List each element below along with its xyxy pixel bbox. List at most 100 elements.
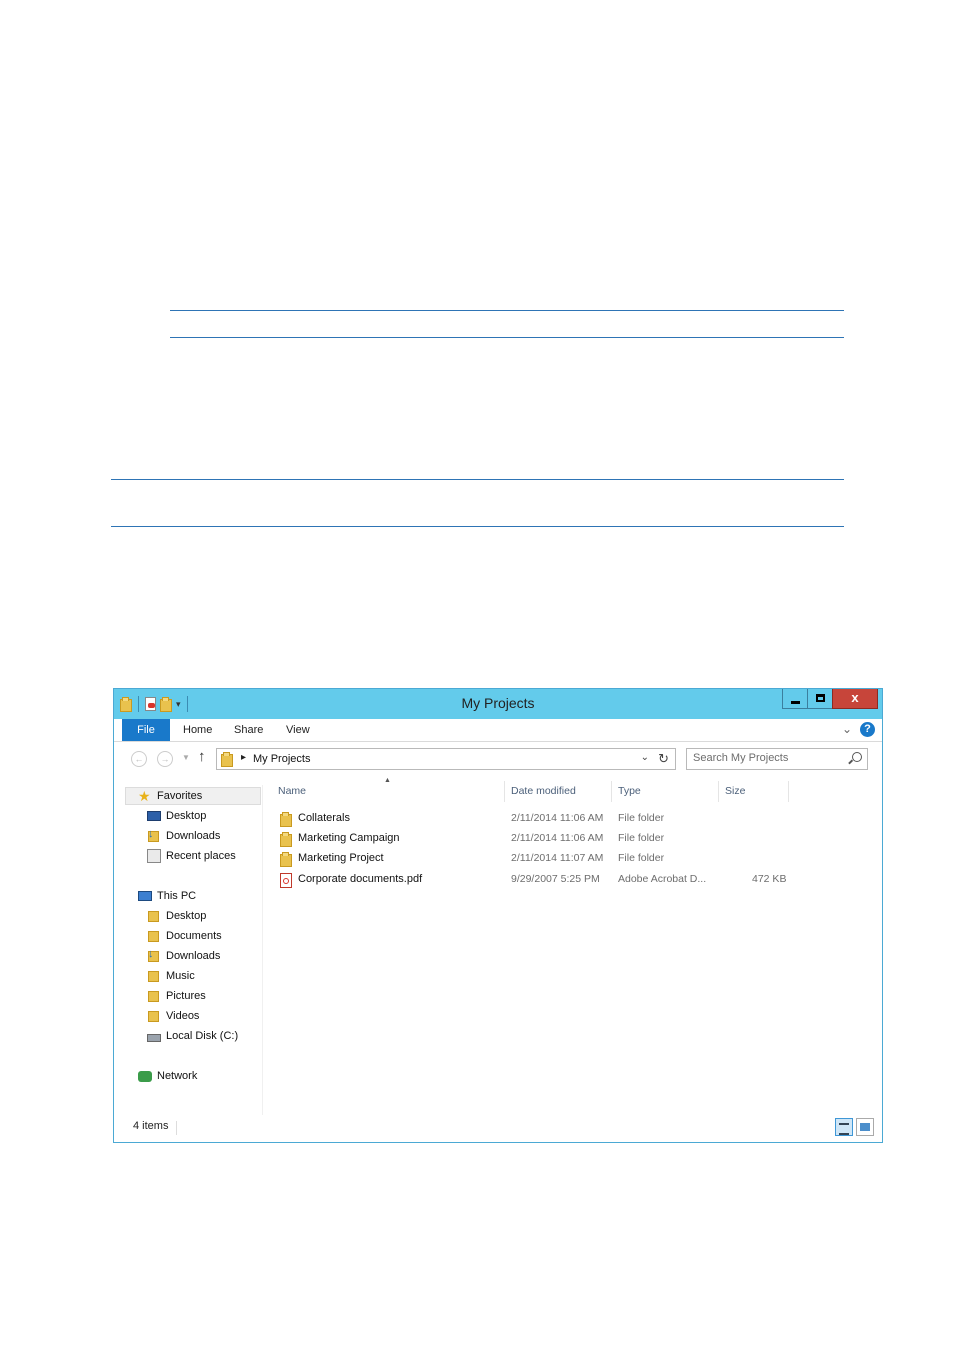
tab-share[interactable]: Share	[234, 719, 263, 741]
file-type: Adobe Acrobat D...	[618, 873, 707, 885]
nav-label: Pictures	[166, 990, 206, 1002]
folder-icon	[221, 752, 233, 767]
network-icon	[138, 1070, 152, 1082]
nav-label: Downloads	[166, 950, 221, 962]
help-icon[interactable]: ?	[860, 722, 875, 737]
nav-label: Desktop	[166, 910, 207, 922]
address-dropdown-icon[interactable]: ⌄	[641, 752, 649, 763]
desktop-icon	[147, 811, 161, 821]
nav-label: Downloads	[166, 830, 221, 842]
horizontal-rule	[170, 310, 844, 311]
disk-icon	[147, 1034, 161, 1042]
file-type: File folder	[618, 832, 665, 844]
file-size: 472 KB	[752, 873, 787, 885]
column-header-date[interactable]: Date modified	[505, 781, 612, 802]
horizontal-rule	[170, 337, 844, 338]
address-bar[interactable]: ▸ My Projects ⌄ ↻	[216, 748, 676, 770]
back-button[interactable]: ←	[131, 751, 147, 767]
folder-icon	[280, 832, 292, 847]
breadcrumb[interactable]: My Projects	[253, 753, 310, 765]
close-button[interactable]: x	[832, 689, 878, 709]
file-date: 2/11/2014 11:06 AM	[511, 832, 604, 844]
search-input[interactable]	[693, 752, 843, 764]
nav-label: Network	[157, 1070, 198, 1082]
up-arrow-icon[interactable]: ↑	[198, 748, 206, 765]
recent-locations-icon[interactable]: ▼	[182, 753, 190, 762]
downloads-icon	[147, 828, 161, 843]
tab-view[interactable]: View	[286, 719, 310, 741]
nav-pc-videos[interactable]: Videos	[147, 1007, 199, 1025]
horizontal-rule	[111, 479, 844, 480]
status-bar: 4 items	[114, 1115, 882, 1142]
maximize-icon	[816, 694, 825, 702]
tab-home[interactable]: Home	[183, 719, 212, 741]
nav-label: Local Disk (C:)	[166, 1030, 239, 1042]
folder-icon	[147, 929, 161, 943]
folder-icon	[280, 812, 292, 827]
file-row[interactable]: Corporate documents.pdf 9/29/2007 5:25 P…	[274, 870, 882, 890]
nav-label: Desktop	[166, 810, 207, 822]
nav-recent-places[interactable]: Recent places	[147, 847, 236, 865]
nav-pc-pictures[interactable]: Pictures	[147, 987, 206, 1005]
file-row[interactable]: Marketing Project 2/11/2014 11:07 AM Fil…	[274, 849, 882, 869]
file-name: Marketing Campaign	[298, 832, 400, 844]
nav-this-pc[interactable]: This PC	[138, 887, 196, 905]
nav-favorites[interactable]: ★ Favorites	[125, 787, 261, 805]
nav-label: This PC	[157, 890, 197, 902]
search-box[interactable]	[686, 748, 868, 770]
navigation-bar: ← → ▼ ↑ ▸ My Projects ⌄ ↻	[114, 742, 882, 778]
refresh-icon[interactable]: ↻	[658, 751, 669, 767]
file-date: 9/29/2007 5:25 PM	[511, 873, 600, 885]
music-folder-icon	[147, 969, 161, 983]
minimize-button[interactable]	[782, 689, 808, 709]
nav-pc-documents[interactable]: Documents	[147, 927, 222, 945]
recent-places-icon	[147, 849, 161, 863]
nav-pc-desktop[interactable]: Desktop	[147, 907, 206, 925]
navigation-pane: ★ Favorites Desktop Downloads Recent pla…	[114, 785, 263, 1115]
large-icons-view-icon[interactable]	[856, 1118, 874, 1136]
file-row[interactable]: Marketing Campaign 2/11/2014 11:06 AM Fi…	[274, 829, 882, 849]
item-count: 4 items	[133, 1120, 169, 1132]
explorer-window: ▾ My Projects x File Home Share View ⌄ ?…	[113, 688, 883, 1143]
nav-label: Favorites	[157, 790, 203, 802]
file-date: 2/11/2014 11:07 AM	[511, 852, 604, 864]
nav-label: Music	[166, 970, 195, 982]
window-controls: x	[782, 689, 878, 709]
forward-button[interactable]: →	[157, 751, 173, 767]
nav-label: Recent places	[166, 850, 236, 862]
column-header-size[interactable]: Size	[719, 781, 789, 802]
minimize-icon	[791, 701, 800, 704]
status-separator	[176, 1121, 177, 1135]
computer-icon	[138, 891, 152, 901]
title-bar: ▾ My Projects x	[114, 689, 882, 719]
column-header-type[interactable]: Type	[612, 781, 719, 802]
details-view-icon[interactable]	[835, 1118, 853, 1136]
expand-ribbon-icon[interactable]: ⌄	[842, 722, 852, 736]
file-type: File folder	[618, 852, 665, 864]
file-name: Collaterals	[298, 812, 350, 824]
file-name: Marketing Project	[298, 852, 384, 864]
nav-label: Videos	[166, 1010, 200, 1022]
pictures-folder-icon	[147, 989, 161, 1003]
nav-label: Documents	[166, 930, 222, 942]
file-name: Corporate documents.pdf	[298, 873, 423, 885]
nav-pc-music[interactable]: Music	[147, 967, 195, 985]
horizontal-rule	[111, 526, 844, 527]
maximize-button[interactable]	[807, 689, 833, 709]
tab-file[interactable]: File	[122, 719, 170, 741]
videos-folder-icon	[147, 1009, 161, 1023]
folder-icon	[280, 852, 292, 867]
nav-network[interactable]: Network	[138, 1067, 197, 1085]
column-header-name[interactable]: Name	[272, 781, 505, 802]
breadcrumb-arrow-icon[interactable]: ▸	[241, 752, 246, 763]
window-title: My Projects	[461, 695, 535, 711]
ribbon-tabs: File Home Share View ⌄ ?	[114, 719, 882, 742]
downloads-icon	[147, 948, 161, 963]
nav-favorites-downloads[interactable]: Downloads	[147, 827, 220, 845]
nav-pc-downloads[interactable]: Downloads	[147, 947, 220, 965]
star-icon: ★	[138, 788, 151, 804]
nav-local-disk[interactable]: Local Disk (C:)	[147, 1027, 238, 1045]
search-icon[interactable]	[852, 752, 862, 762]
nav-favorites-desktop[interactable]: Desktop	[147, 807, 206, 825]
file-row[interactable]: Collaterals 2/11/2014 11:06 AM File fold…	[274, 809, 882, 829]
